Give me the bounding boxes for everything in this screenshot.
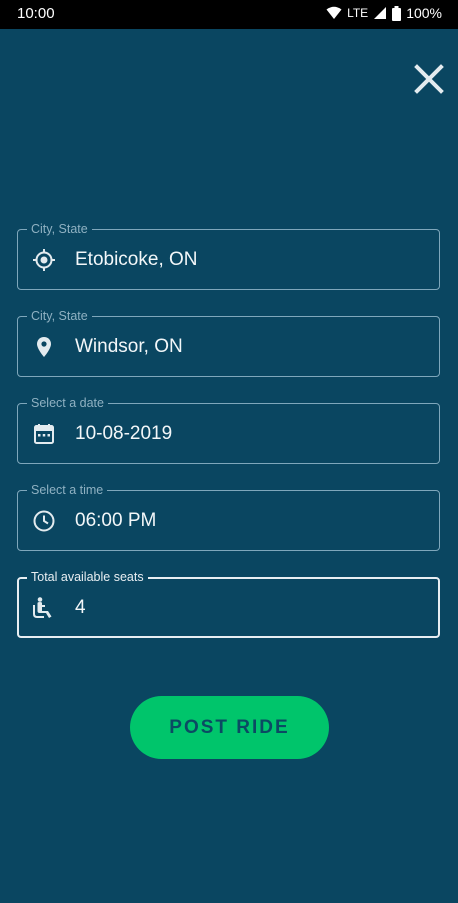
cell-signal-icon xyxy=(374,7,387,19)
date-label: Select a date xyxy=(27,395,108,411)
wifi-icon xyxy=(326,6,342,19)
close-button[interactable] xyxy=(410,60,448,98)
status-icons: LTE 100% xyxy=(326,5,442,21)
status-time: 10:00 xyxy=(17,5,55,22)
clock-icon xyxy=(33,510,55,532)
origin-city-field[interactable]: City, State Etobicoke, ON xyxy=(17,221,440,290)
destination-city-value: Windsor, ON xyxy=(75,336,183,357)
origin-city-value: Etobicoke, ON xyxy=(75,249,198,270)
battery-icon xyxy=(392,5,402,21)
close-icon xyxy=(414,64,444,94)
seats-label: Total available seats xyxy=(27,569,148,585)
calendar-icon xyxy=(34,424,54,444)
destination-city-label: City, State xyxy=(27,308,92,324)
seats-field[interactable]: Total available seats 4 xyxy=(17,569,440,638)
my-location-icon xyxy=(33,249,55,271)
date-value: 10-08-2019 xyxy=(75,423,173,444)
seat-icon xyxy=(33,597,52,618)
seats-value: 4 xyxy=(75,597,86,618)
status-bar: 10:00 LTE 100% xyxy=(0,0,458,29)
location-pin-icon xyxy=(37,337,51,357)
destination-city-field[interactable]: City, State Windsor, ON xyxy=(17,308,440,377)
time-field[interactable]: Select a time 06:00 PM xyxy=(17,482,440,551)
date-field[interactable]: Select a date 10-08-2019 xyxy=(17,395,440,464)
time-value: 06:00 PM xyxy=(75,510,157,531)
time-label: Select a time xyxy=(27,482,108,498)
network-type: LTE xyxy=(347,6,369,20)
post-ride-button[interactable]: POST RIDE xyxy=(130,696,329,759)
origin-city-label: City, State xyxy=(27,221,92,237)
battery-level: 100% xyxy=(406,5,442,21)
